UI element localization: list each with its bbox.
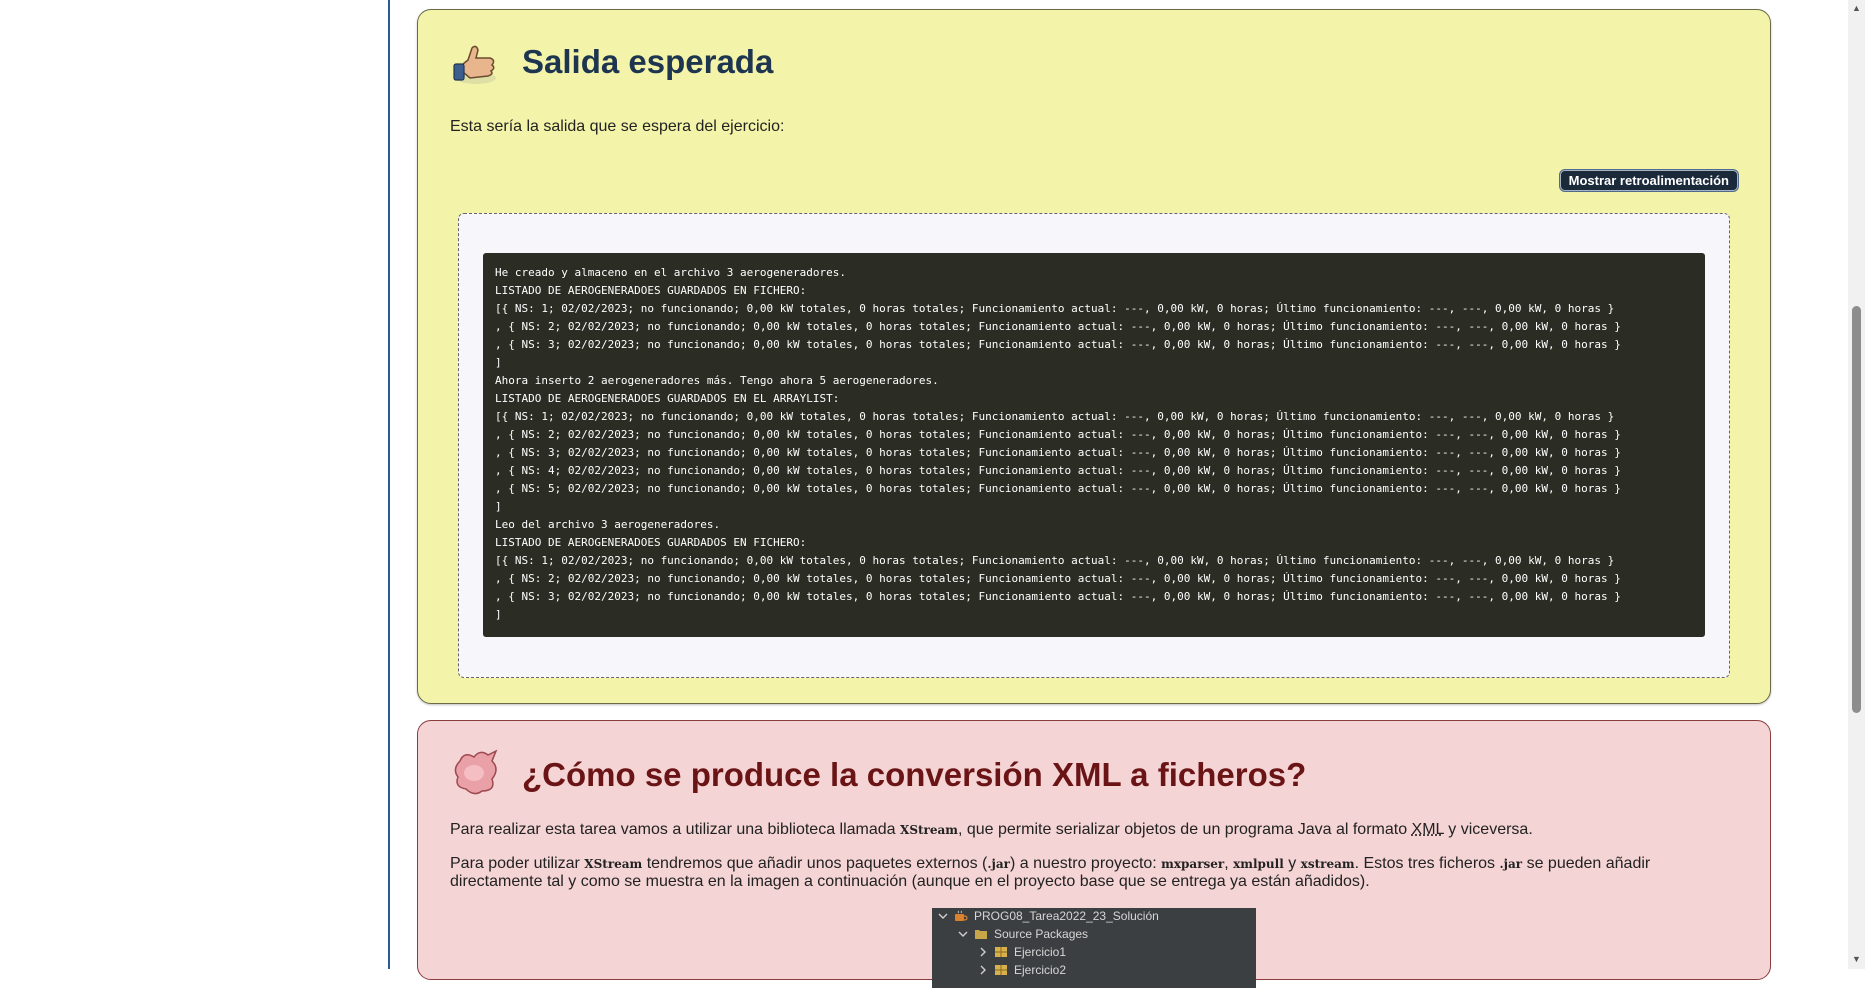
- paint-splash-icon: [450, 747, 502, 799]
- console-line: LISTADO DE AEROGENERADOES GUARDADOS EN F…: [495, 282, 1693, 300]
- chevron-right-icon: [978, 947, 988, 957]
- library-name: XStream: [900, 823, 958, 837]
- left-divider: [388, 0, 390, 969]
- thumbs-up-icon: [450, 38, 502, 90]
- package-icon: [994, 964, 1008, 976]
- scrollbar-thumb[interactable]: [1852, 306, 1861, 713]
- chevron-down-icon: [958, 929, 968, 939]
- console-line: [{ NS: 1; 02/02/2023; no funcionando; 0,…: [495, 552, 1693, 570]
- package-icon: [994, 946, 1008, 958]
- console-line: LISTADO DE AEROGENERADOES GUARDADOS EN E…: [495, 390, 1693, 408]
- console-line: ]: [495, 606, 1693, 624]
- show-feedback-button[interactable]: Mostrar retroalimentación: [1560, 170, 1738, 191]
- section-title: Salida esperada: [522, 43, 773, 81]
- console-line: , { NS: 3; 02/02/2023; no funcionando; 0…: [495, 336, 1693, 354]
- package-label: Ejercicio2: [1014, 961, 1066, 979]
- text: Para poder utilizar: [450, 855, 584, 872]
- intro-text: Esta sería la salida que se espera del e…: [450, 118, 784, 136]
- package-label: Ejercicio1: [1014, 943, 1066, 961]
- conversion-section: ¿Cómo se produce la conversión XML a fic…: [417, 720, 1771, 980]
- source-packages-label: Source Packages: [994, 925, 1088, 943]
- console-line: , { NS: 4; 02/02/2023; no funcionando; 0…: [495, 462, 1693, 480]
- jar-extension: .jar: [1500, 857, 1523, 871]
- tree-row-package: Ejercicio2: [978, 961, 1066, 979]
- ide-project-tree-image: PROG08_Tarea2022_23_Solución Source Pack…: [932, 908, 1256, 988]
- console-line: , { NS: 3; 02/02/2023; no funcionando; 0…: [495, 588, 1693, 606]
- console-line: [{ NS: 1; 02/02/2023; no funcionando; 0,…: [495, 408, 1693, 426]
- console-line: He creado y almaceno en el archivo 3 aer…: [495, 264, 1693, 282]
- scroll-down-icon[interactable]: ▼: [1852, 955, 1861, 964]
- text: tendremos que añadir unos paquetes exter…: [642, 855, 987, 872]
- section-title: ¿Cómo se produce la conversión XML a fic…: [522, 756, 1306, 794]
- console-line: ]: [495, 498, 1693, 516]
- package-name: mxparser: [1161, 857, 1224, 871]
- tree-row-source-packages: Source Packages: [958, 925, 1088, 943]
- text: Para realizar esta tarea vamos a utiliza…: [450, 821, 900, 838]
- console-line: , { NS: 2; 02/02/2023; no funcionando; 0…: [495, 570, 1693, 588]
- page-scrollbar[interactable]: ▲ ▼: [1848, 0, 1865, 969]
- xml-abbreviation[interactable]: XML: [1412, 821, 1444, 838]
- console-line: , { NS: 3; 02/02/2023; no funcionando; 0…: [495, 444, 1693, 462]
- chevron-right-icon: [978, 965, 988, 975]
- tree-row-package: Ejercicio1: [978, 943, 1066, 961]
- paragraph-jar-packages: Para poder utilizar XStream tendremos qu…: [450, 855, 1740, 891]
- console-line: , { NS: 2; 02/02/2023; no funcionando; 0…: [495, 426, 1693, 444]
- console-line: Ahora inserto 2 aerogeneradores más. Ten…: [495, 372, 1693, 390]
- console-line: Leo del archivo 3 aerogeneradores.: [495, 516, 1693, 534]
- project-name: PROG08_Tarea2022_23_Solución: [974, 907, 1159, 925]
- text: ,: [1224, 855, 1233, 872]
- coffee-cup-icon: [954, 910, 968, 922]
- text: . Estos tres ficheros: [1355, 855, 1500, 872]
- expected-output-section: Salida esperada Esta sería la salida que…: [417, 9, 1771, 704]
- paragraph-xstream-intro: Para realizar esta tarea vamos a utiliza…: [450, 821, 1740, 839]
- left-blank-pane: [0, 0, 389, 969]
- scroll-up-icon[interactable]: ▲: [1852, 4, 1861, 13]
- output-panel: He creado y almaceno en el archivo 3 aer…: [458, 213, 1730, 678]
- console-line: ]: [495, 354, 1693, 372]
- text: y: [1284, 855, 1301, 872]
- console-line: LISTADO DE AEROGENERADOES GUARDADOS EN F…: [495, 534, 1693, 552]
- console-line: [{ NS: 1; 02/02/2023; no funcionando; 0,…: [495, 300, 1693, 318]
- folder-icon: [974, 928, 988, 940]
- text: , que permite serializar objetos de un p…: [958, 821, 1412, 838]
- console-line: , { NS: 2; 02/02/2023; no funcionando; 0…: [495, 318, 1693, 336]
- console-line: , { NS: 5; 02/02/2023; no funcionando; 0…: [495, 480, 1693, 498]
- package-name: xmlpull: [1233, 857, 1284, 871]
- tree-row-project: PROG08_Tarea2022_23_Solución: [938, 907, 1159, 925]
- jar-extension: .jar: [987, 857, 1010, 871]
- chevron-down-icon: [938, 911, 948, 921]
- text: ) a nuestro proyecto:: [1010, 855, 1161, 872]
- package-name: xstream: [1301, 857, 1355, 871]
- text: y viceversa.: [1444, 821, 1533, 838]
- library-name: XStream: [584, 857, 642, 871]
- console-output: He creado y almaceno en el archivo 3 aer…: [483, 253, 1705, 637]
